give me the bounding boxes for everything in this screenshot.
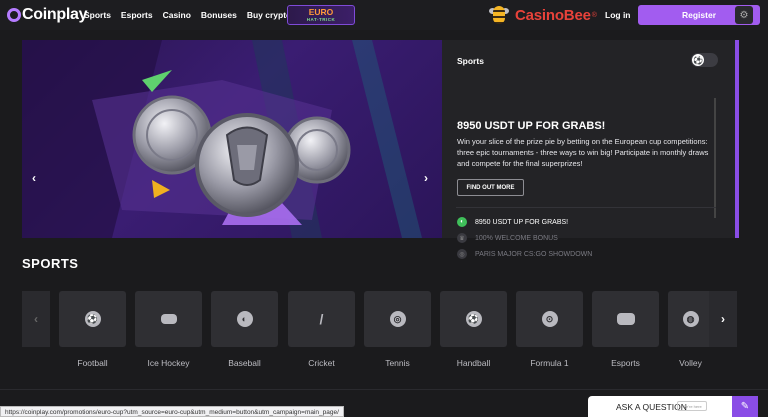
top-nav-bar: Coinplay Sports Esports Casino Bonuses B… (0, 0, 768, 30)
nav-item-sports[interactable]: Sports (84, 10, 111, 20)
sport-tile-volley[interactable]: ◍ (668, 291, 713, 347)
promo-list-label: 8950 USDT UP FOR GRABS! (475, 218, 569, 226)
sport-tile-handball[interactable]: ⚽ (440, 291, 507, 347)
sport-label-volley: Volley (679, 358, 702, 368)
nav-item-esports[interactable]: Esports (121, 10, 153, 20)
sport-tile-ice-hockey[interactable] (135, 291, 202, 347)
hero-banner[interactable]: ‹ › (22, 40, 442, 238)
hero-artwork (22, 40, 422, 238)
sport-tile-esports[interactable] (592, 291, 659, 347)
status-url-bar: https://coinplay.com/promotions/euro-cup… (0, 406, 344, 417)
sport-label-formula-1: Formula 1 (530, 358, 569, 368)
promo-title: 8950 USDT UP FOR GRABS! (457, 120, 606, 132)
logo-text: Coinplay (22, 6, 88, 23)
promo-list-label: 100% WELCOME BONUS (475, 234, 558, 242)
promo-list-item[interactable]: ◐ 8950 USDT UP FOR GRABS! (457, 214, 592, 230)
sport-label-esports: Esports (611, 358, 640, 368)
baseball-icon: ◐ (236, 311, 253, 327)
sport-tile-formula-1[interactable]: ⊙ (516, 291, 583, 347)
logo-coin-icon (7, 8, 21, 22)
sport-tile-tennis[interactable]: ◎ (364, 291, 431, 347)
promo-list-item[interactable]: ◎ PARIS MAJOR CS:GO SHOWDOWN (457, 246, 592, 262)
promo-description: Win your slice of the prize pie by betti… (457, 137, 709, 168)
section-divider (0, 389, 768, 390)
ask-question-pill: We're here (677, 401, 707, 411)
target-icon: ◎ (457, 249, 467, 259)
steering-wheel-icon: ⊙ (541, 311, 558, 327)
casinobee-partner-logo[interactable]: CasinoBee ® (487, 4, 597, 26)
handball-icon: ⚽ (465, 311, 482, 327)
promo-list-item[interactable]: ♛ 100% WELCOME BONUS (457, 230, 592, 246)
promo-category: Sports (457, 56, 484, 66)
bee-mascot-icon (487, 4, 511, 26)
tennis-ball-icon: ◎ (389, 311, 406, 327)
volleyball-icon: ◍ (682, 311, 699, 327)
crown-icon: ♛ (457, 233, 467, 243)
euro-hat-trick-badge[interactable]: EURO HAT-TRICK (287, 5, 355, 25)
sport-label-tennis: Tennis (385, 358, 410, 368)
partner-name: CasinoBee (515, 6, 591, 24)
coin-icon: ◐ (457, 217, 467, 227)
cricket-bat-icon: / (319, 311, 324, 327)
promo-panel: Sports ⚽ 8950 USDT UP FOR GRABS! Win you… (442, 40, 739, 259)
hockey-puck-icon (160, 314, 177, 324)
gear-icon[interactable]: ⚙ (735, 6, 753, 24)
promo-list-label: PARIS MAJOR CS:GO SHOWDOWN (475, 250, 593, 258)
panel-scrollbar[interactable] (714, 98, 716, 218)
chevron-right-icon[interactable]: › (709, 291, 737, 347)
sport-label-handball: Handball (456, 358, 491, 368)
main-nav: Sports Esports Casino Bonuses Buy crypto (84, 10, 301, 20)
sport-label-football: Football (77, 358, 108, 368)
chat-icon[interactable]: ✎ (732, 396, 758, 417)
sport-label-ice-hockey: Ice Hockey (147, 358, 190, 368)
chevron-left-icon[interactable]: ‹ (32, 171, 36, 185)
chevron-right-icon[interactable]: › (424, 171, 428, 185)
ask-question-widget[interactable]: ASK A QUESTION We're here ✎ (588, 396, 758, 417)
registered-mark: ® (591, 11, 597, 19)
panel-divider (456, 207, 716, 208)
nav-item-casino[interactable]: Casino (163, 10, 191, 20)
coinplay-logo[interactable]: Coinplay (7, 6, 87, 24)
nav-item-bonuses[interactable]: Bonuses (201, 10, 237, 20)
sport-label-baseball: Baseball (228, 358, 261, 368)
football-icon: ⚽ (692, 54, 704, 66)
nav-item-buy-crypto[interactable]: Buy crypto (247, 10, 291, 20)
promo-badge-line2: HAT-TRICK (306, 17, 336, 22)
sport-tile-football[interactable]: ⚽ (59, 291, 126, 347)
sport-tile-cricket[interactable]: / (288, 291, 355, 347)
sound-toggle[interactable]: ⚽ (691, 53, 718, 67)
login-link[interactable]: Log in (605, 10, 631, 20)
sport-tile-baseball[interactable]: ◐ (211, 291, 278, 347)
chevron-left-icon[interactable]: ‹ (22, 291, 50, 347)
promo-list: ◐ 8950 USDT UP FOR GRABS! ♛ 100% WELCOME… (457, 214, 592, 262)
sports-heading: SPORTS (22, 256, 79, 271)
gamepad-icon (616, 313, 635, 325)
football-icon: ⚽ (84, 311, 101, 327)
sport-label-cricket: Cricket (308, 358, 335, 368)
promo-badge-line1: EURO (308, 7, 334, 17)
find-out-more-button[interactable]: FIND OUT MORE (457, 179, 524, 196)
